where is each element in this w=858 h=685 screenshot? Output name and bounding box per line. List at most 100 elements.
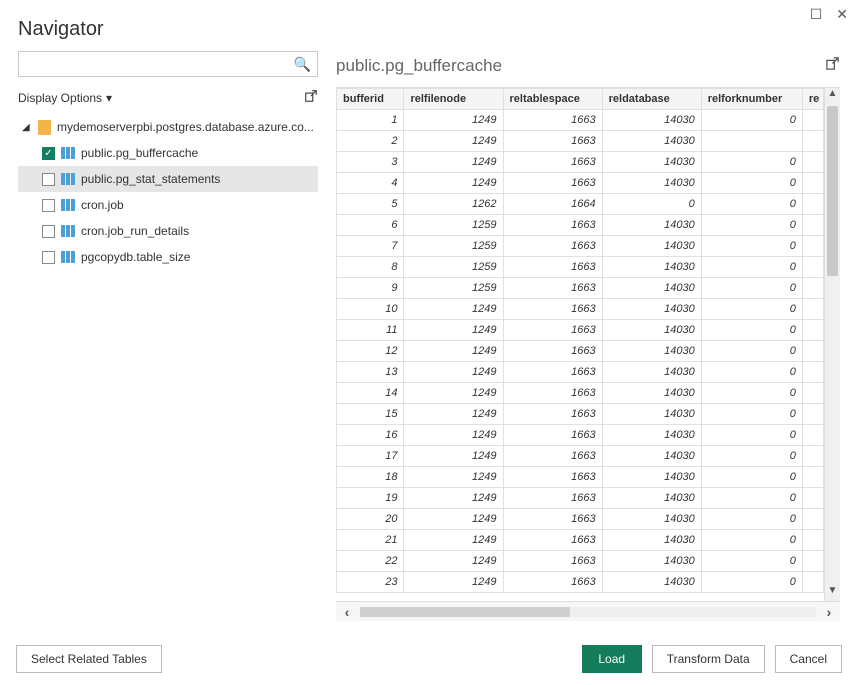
table-cell: 1259 [404, 215, 503, 236]
table-cell: 0 [701, 572, 802, 593]
column-header[interactable]: bufferid [337, 89, 404, 110]
tree-item[interactable]: pgcopydb.table_size [18, 244, 318, 270]
tree-item[interactable]: ✓public.pg_buffercache [18, 140, 318, 166]
tree-item-label: public.pg_stat_statements [81, 172, 318, 186]
table-cell: 1249 [404, 530, 503, 551]
table-cell: 14030 [602, 530, 701, 551]
table-cell: 1663 [503, 551, 602, 572]
table-row[interactable]: 1912491663140300 [337, 488, 824, 509]
table-row[interactable]: 51262166400 [337, 194, 824, 215]
table-row[interactable]: 1612491663140300 [337, 425, 824, 446]
table-row[interactable]: 812591663140300 [337, 257, 824, 278]
scroll-thumb[interactable] [827, 106, 838, 276]
tree-db-node[interactable]: ◢ mydemoserverpbi.postgres.database.azur… [18, 114, 318, 140]
table-row[interactable]: 21249166314030 [337, 131, 824, 152]
table-cell: 5 [337, 194, 404, 215]
table-cell: 13 [337, 362, 404, 383]
search-icon[interactable]: 🔍 [294, 56, 311, 73]
tree-item[interactable]: cron.job [18, 192, 318, 218]
table-cell: 0 [701, 383, 802, 404]
table-row[interactable]: 412491663140300 [337, 173, 824, 194]
table-cell: 17 [337, 446, 404, 467]
table-row[interactable]: 312491663140300 [337, 152, 824, 173]
table-cell: 0 [701, 236, 802, 257]
table-cell: 21 [337, 530, 404, 551]
column-header[interactable]: reldatabase [602, 89, 701, 110]
search-box[interactable]: 🔍 [18, 51, 318, 77]
table-cell [802, 530, 823, 551]
table-row[interactable]: 1812491663140300 [337, 467, 824, 488]
tree-item-checkbox[interactable]: ✓ [42, 147, 55, 160]
table-row[interactable]: 2312491663140300 [337, 572, 824, 593]
table-cell: 1663 [503, 467, 602, 488]
table-row[interactable]: 1012491663140300 [337, 299, 824, 320]
table-cell: 3 [337, 152, 404, 173]
table-cell: 0 [701, 278, 802, 299]
table-cell: 1249 [404, 404, 503, 425]
table-cell: 14030 [602, 320, 701, 341]
table-cell: 1249 [404, 446, 503, 467]
table-row[interactable]: 712591663140300 [337, 236, 824, 257]
table-cell [802, 467, 823, 488]
tree-item-checkbox[interactable] [42, 173, 55, 186]
load-button[interactable]: Load [582, 645, 642, 673]
caret-down-icon: ◢ [22, 122, 32, 133]
transform-data-button[interactable]: Transform Data [652, 645, 765, 673]
select-related-tables-button[interactable]: Select Related Tables [16, 645, 162, 673]
table-cell: 14030 [602, 425, 701, 446]
close-icon[interactable]: ✕ [836, 6, 848, 23]
table-row[interactable]: 1212491663140300 [337, 341, 824, 362]
tree-item-checkbox[interactable] [42, 251, 55, 264]
column-header[interactable]: relfilenode [404, 89, 503, 110]
maximize-icon[interactable]: ☐ [810, 6, 823, 23]
scroll-left-icon[interactable]: ‹ [336, 604, 358, 620]
column-header[interactable]: re [802, 89, 823, 110]
table-cell: 22 [337, 551, 404, 572]
display-options-dropdown[interactable]: Display Options ▾ [18, 91, 112, 105]
search-input[interactable] [25, 57, 294, 71]
scroll-right-icon[interactable]: › [818, 604, 840, 620]
table-cell: 18 [337, 467, 404, 488]
table-row[interactable]: 1312491663140300 [337, 362, 824, 383]
table-cell: 7 [337, 236, 404, 257]
table-row[interactable]: 612591663140300 [337, 215, 824, 236]
cancel-button[interactable]: Cancel [775, 645, 842, 673]
vertical-scrollbar[interactable]: ▲ ▼ [824, 88, 840, 601]
table-row[interactable]: 2012491663140300 [337, 509, 824, 530]
table-row[interactable]: 912591663140300 [337, 278, 824, 299]
preview-refresh-icon[interactable] [825, 56, 840, 76]
column-header[interactable]: reltablespace [503, 89, 602, 110]
table-cell: 0 [701, 110, 802, 131]
table-row[interactable]: 1112491663140300 [337, 320, 824, 341]
table-row[interactable]: 1712491663140300 [337, 446, 824, 467]
table-cell: 14030 [602, 278, 701, 299]
table-row[interactable]: 2112491663140300 [337, 530, 824, 551]
table-cell [802, 110, 823, 131]
scroll-up-icon[interactable]: ▲ [825, 88, 840, 104]
table-row[interactable]: 1512491663140300 [337, 404, 824, 425]
table-cell: 14030 [602, 110, 701, 131]
hscroll-thumb[interactable] [360, 607, 570, 617]
horizontal-scrollbar[interactable]: ‹ › [336, 601, 840, 621]
table-cell: 0 [701, 446, 802, 467]
tree-item[interactable]: public.pg_stat_statements [18, 166, 318, 192]
table-cell: 1249 [404, 362, 503, 383]
table-cell: 14030 [602, 488, 701, 509]
tree-item-checkbox[interactable] [42, 225, 55, 238]
table-cell: 10 [337, 299, 404, 320]
column-header[interactable]: relforknumber [701, 89, 802, 110]
tree-item[interactable]: cron.job_run_details [18, 218, 318, 244]
table-cell: 0 [701, 362, 802, 383]
table-row[interactable]: 1412491663140300 [337, 383, 824, 404]
table-cell: 1249 [404, 299, 503, 320]
table-row[interactable]: 2212491663140300 [337, 551, 824, 572]
tree-item-label: cron.job [81, 198, 318, 212]
tree-item-checkbox[interactable] [42, 199, 55, 212]
table-row[interactable]: 112491663140300 [337, 110, 824, 131]
table-cell [802, 509, 823, 530]
scroll-down-icon[interactable]: ▼ [825, 585, 840, 601]
table-cell: 1259 [404, 257, 503, 278]
refresh-icon[interactable] [304, 89, 318, 106]
table-cell: 1259 [404, 236, 503, 257]
table-icon [61, 199, 75, 211]
